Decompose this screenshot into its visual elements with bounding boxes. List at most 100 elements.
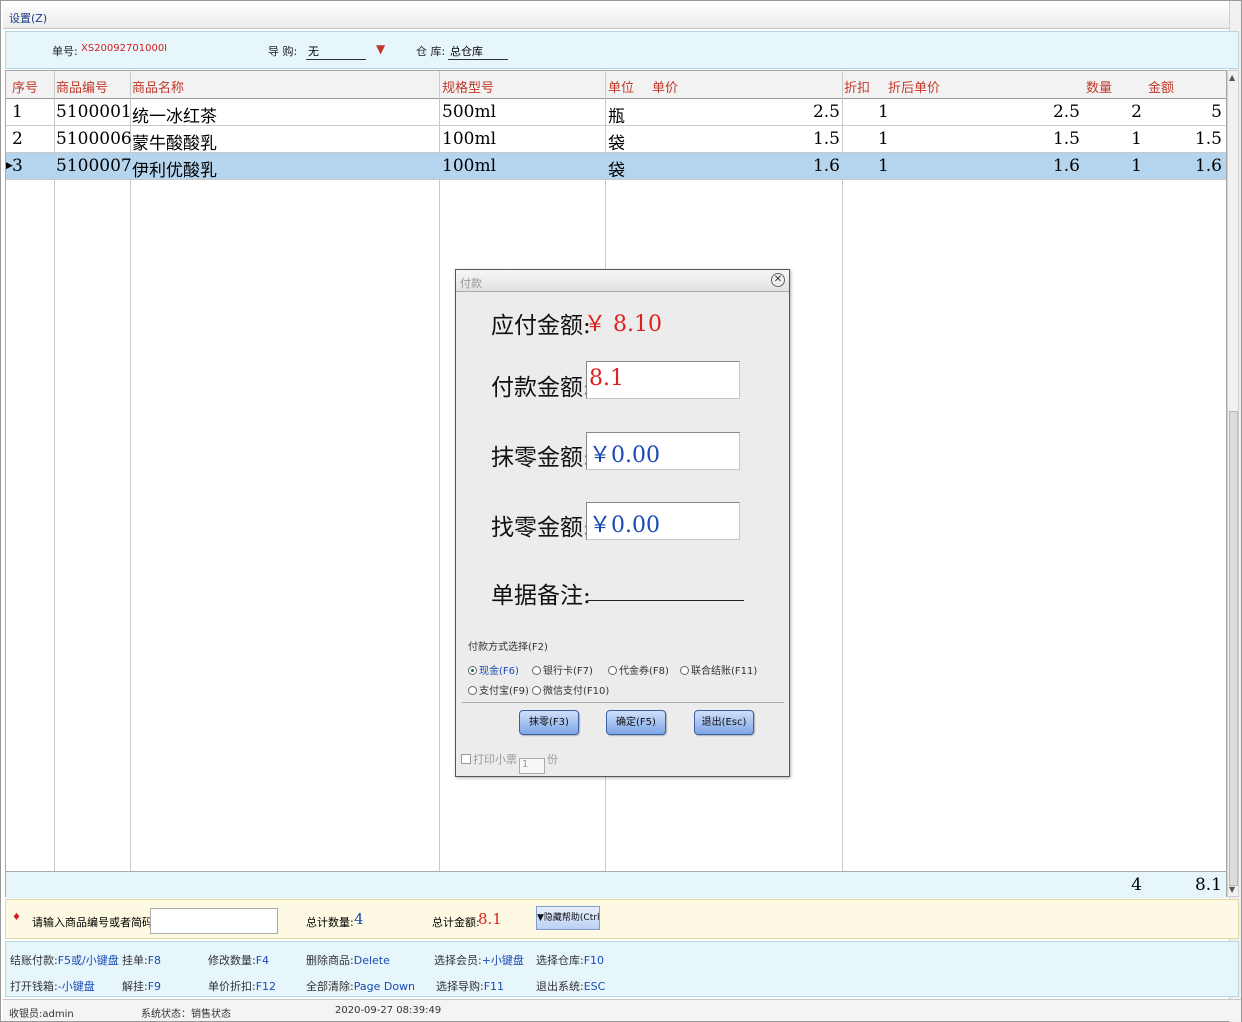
paid-amount-label: 付款金额:	[491, 375, 591, 401]
change-amount-input[interactable]: ￥0.00	[586, 502, 740, 540]
remark-input[interactable]	[588, 600, 744, 601]
shortcut-select-member: 选择会员:+小键盘	[434, 954, 524, 967]
menu-settings[interactable]: 设置(Z)	[9, 10, 47, 26]
warehouse-value[interactable]: 总仓库	[450, 43, 483, 59]
payment-dialog: 付款 ✕ 应付金额: ￥ 8.10 付款金额: 8.1 抹零金额: ￥0.00 …	[455, 269, 790, 777]
dialog-divider	[462, 702, 784, 703]
bill-no-value: XS20092701000I	[81, 43, 168, 54]
scroll-down-icon[interactable]: ▼	[1229, 885, 1235, 894]
shortcut-help-panel: 结账付款:F5或/小键盘 挂单:F8 修改数量:F4 删除商品:Delete 选…	[5, 941, 1239, 997]
close-icon[interactable]: ✕	[771, 273, 785, 287]
cell-unit: 袋	[608, 134, 625, 154]
radio-dot-icon	[532, 686, 541, 695]
header-name[interactable]: 商品名称	[132, 77, 184, 96]
clerk-dropdown-icon[interactable]: ▼	[376, 42, 385, 56]
bill-no-label: 单号:	[52, 45, 78, 58]
cell-seq: 3	[12, 156, 23, 176]
radio-dot-icon	[532, 666, 541, 675]
rounding-amount-label: 抹零金额:	[491, 445, 591, 471]
shortcut-clear-all: 全部清除:Page Down	[306, 980, 416, 993]
change-amount-label: 找零金额:	[491, 515, 591, 541]
status-datetime: 2020-09-27 08:39:49	[335, 1005, 442, 1016]
shortcut-price-discount: 单价折扣:F12	[208, 980, 277, 993]
header-discount-price[interactable]: 折后单价	[888, 77, 940, 96]
shortcut-hold: 挂单:F8	[122, 954, 162, 967]
header-spec[interactable]: 规格型号	[442, 77, 494, 96]
cell-name: 蒙牛酸酸乳	[132, 134, 217, 154]
footer-qty: 4	[1131, 875, 1142, 895]
cell-qty: 1	[1131, 156, 1142, 176]
print-receipt-label: 打印小票	[473, 753, 517, 766]
header-code[interactable]: 商品编号	[56, 77, 108, 96]
cell-spec: 100ml	[442, 156, 497, 176]
code-input[interactable]	[150, 908, 278, 934]
radio-wechat-pay[interactable]: 微信支付(F10)	[532, 682, 609, 697]
warehouse-underline	[448, 59, 508, 60]
code-prompt: 请输入商品编号或者简码:	[32, 916, 157, 929]
shortcut-select-warehouse: 选择仓库:F10	[536, 954, 605, 967]
cell-qty: 2	[1131, 102, 1142, 122]
clerk-label: 导 购:	[268, 45, 298, 58]
grid-header: 序号 商品编号 商品名称 规格型号 单位 单价 折扣 折后单价 数量 金额	[6, 71, 1226, 99]
col-divider	[54, 71, 55, 871]
radio-combined[interactable]: 联合结账(F11)	[680, 662, 757, 677]
shortcut-exit: 退出系统:ESC	[536, 980, 606, 993]
paid-amount-input[interactable]: 8.1	[586, 361, 740, 399]
cell-spec: 100ml	[442, 129, 497, 149]
status-system-state: 系统状态：销售状态	[141, 1009, 231, 1020]
scroll-thumb[interactable]	[1229, 411, 1238, 886]
header-price[interactable]: 单价	[652, 77, 678, 96]
cell-unit: 瓶	[608, 107, 625, 127]
total-qty: 4	[354, 910, 364, 928]
confirm-button[interactable]: 确定(F5)	[606, 710, 666, 735]
status-cashier: 收银员:admin	[9, 1009, 74, 1020]
grid-scrollbar[interactable]: ▲ ▼	[1227, 70, 1239, 897]
cell-seq: 2	[12, 129, 23, 149]
amount-due-value: ￥ 8.10	[584, 312, 662, 337]
dialog-titlebar[interactable]: 付款 ✕	[456, 270, 789, 292]
table-row[interactable]: 2 5100006 蒙牛酸酸乳 100ml 袋 1.5 1 1.5 1 1.5	[6, 126, 1226, 154]
grid-footer: 4 8.1	[6, 871, 1226, 898]
payment-method-title: 付款方式选择(F2)	[468, 642, 548, 653]
warehouse-label: 仓 库:	[416, 45, 446, 58]
cell-discount-price: 1.5	[1052, 129, 1080, 149]
radio-dot-icon	[468, 666, 477, 675]
cell-discount-price: 1.6	[1052, 156, 1080, 176]
col-divider	[842, 71, 843, 871]
pos-window: 设置(Z) 单号: XS20092701000I 导 购: 无 ▼ 仓 库: 总…	[0, 0, 1242, 1022]
table-row-selected[interactable]: ▶ 3 5100007 伊利优酸乳 100ml 袋 1.6 1 1.6 1 1.…	[6, 153, 1226, 181]
cell-amount: 5	[1211, 102, 1222, 122]
radio-cash[interactable]: 现金(F6)	[468, 662, 519, 677]
rounding-amount-input[interactable]: ￥0.00	[586, 432, 740, 470]
header-seq[interactable]: 序号	[12, 77, 38, 96]
header-unit[interactable]: 单位	[608, 77, 634, 96]
shortcut-delete-item: 删除商品:Delete	[306, 954, 390, 967]
print-receipt-checkbox[interactable]	[461, 754, 471, 764]
print-copies-unit: 份	[547, 753, 558, 766]
cell-discount: 1	[878, 156, 889, 176]
radio-voucher[interactable]: 代金券(F8)	[608, 662, 669, 677]
header-qty[interactable]: 数量	[1086, 77, 1112, 96]
cell-seq: 1	[12, 102, 23, 122]
cell-price: 2.5	[812, 102, 840, 122]
cell-discount: 1	[878, 129, 889, 149]
print-copies-input[interactable]: 1	[519, 758, 545, 774]
col-divider	[130, 71, 131, 871]
radio-bank-card[interactable]: 银行卡(F7)	[532, 662, 593, 677]
total-qty-label: 总计数量:	[306, 916, 354, 929]
table-row[interactable]: 1 5100001 统一冰红茶 500ml 瓶 2.5 1 2.5 2 5	[6, 99, 1226, 127]
cell-code: 5100001	[56, 102, 132, 122]
clerk-underline	[306, 59, 366, 60]
bill-info-bar: 单号: XS20092701000I 导 购: 无 ▼ 仓 库: 总仓库	[5, 31, 1239, 69]
remark-label: 单据备注:	[491, 583, 591, 609]
hide-help-button[interactable]: ▼隐藏帮助(Ctrl)	[536, 906, 600, 930]
header-amount[interactable]: 金额	[1148, 77, 1174, 96]
clerk-value[interactable]: 无	[308, 43, 319, 59]
exit-button[interactable]: 退出(Esc)	[694, 710, 754, 735]
menu-bar: 设置(Z)	[3, 3, 1231, 29]
cell-discount: 1	[878, 102, 889, 122]
radio-alipay[interactable]: 支付宝(F9)	[468, 682, 529, 697]
scroll-up-icon[interactable]: ▲	[1229, 73, 1235, 82]
header-discount[interactable]: 折扣	[844, 77, 870, 96]
rounding-button[interactable]: 抹零(F3)	[519, 710, 579, 735]
